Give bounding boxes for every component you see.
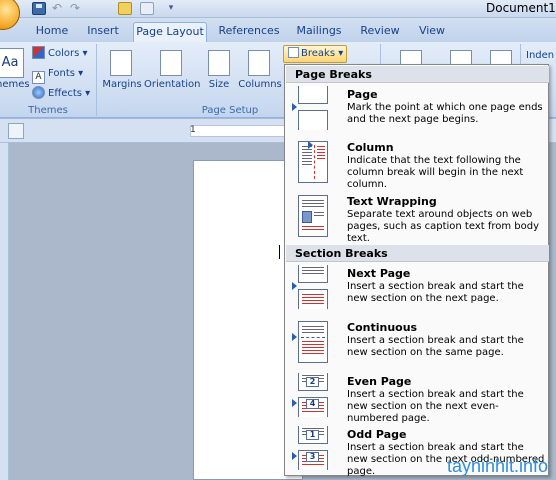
menu-item-description: Insert a section break and start the new… xyxy=(347,335,524,358)
menu-item-even-page[interactable]: 2 4 Even Page Insert a section break and… xyxy=(286,371,549,424)
fonts-button[interactable]: A Fonts ▾ xyxy=(32,66,83,84)
menu-item-column[interactable]: Column Indicate that the text following … xyxy=(286,137,549,190)
tab-home[interactable]: Home xyxy=(30,22,74,42)
vertical-ruler[interactable] xyxy=(0,143,9,480)
tab-review[interactable]: Review xyxy=(357,22,403,42)
page-number: 2 xyxy=(306,377,319,387)
menu-item-description: Insert a section break and start the new… xyxy=(347,281,524,304)
tab-insert[interactable]: Insert xyxy=(82,22,124,42)
tab-references[interactable]: References xyxy=(216,22,282,42)
ruler-mark: 1 xyxy=(190,125,196,135)
watermark-text: tayninhit.info xyxy=(447,456,549,476)
menu-item-description: Insert a section break and start the new… xyxy=(347,389,524,424)
margins-button[interactable]: Margins xyxy=(102,79,142,90)
menu-item-title: Column xyxy=(347,141,394,154)
text-wrapping-icon xyxy=(294,193,330,237)
breaks-menu: Page Breaks Page Mark the point at which… xyxy=(284,64,549,477)
columns-icon[interactable] xyxy=(248,50,270,76)
effects-label: Effects xyxy=(48,88,82,99)
menu-item-description: Indicate that the text following the col… xyxy=(347,155,524,190)
menu-item-title: Page xyxy=(347,88,378,101)
open-folder-icon[interactable] xyxy=(118,2,132,15)
menu-item-next-page[interactable]: Next Page Insert a section break and sta… xyxy=(286,263,549,315)
title-bar: ↶ ↷ ▾ Document1 - xyxy=(0,0,556,30)
menu-item-description: Separate text around objects on web page… xyxy=(347,209,540,244)
fonts-label: Fonts xyxy=(48,68,75,79)
print-icon[interactable] xyxy=(140,2,154,15)
themes-label: hemes xyxy=(0,79,30,90)
columns-button[interactable]: Columns xyxy=(238,79,282,90)
menu-item-title: Odd Page xyxy=(347,428,407,441)
section-breaks-header: Section Breaks xyxy=(286,245,549,262)
menu-item-title: Continuous xyxy=(347,321,418,334)
margins-icon[interactable] xyxy=(110,50,132,76)
menu-item-page[interactable]: Page Mark the point at which one page en… xyxy=(286,84,549,136)
fonts-icon: A xyxy=(32,71,45,84)
page-number: 3 xyxy=(306,452,319,462)
effects-icon xyxy=(32,86,45,99)
orientation-button[interactable]: Orientation xyxy=(144,79,200,90)
save-icon[interactable] xyxy=(32,2,46,15)
group-separator xyxy=(96,44,97,116)
colors-icon xyxy=(32,46,45,59)
menu-item-description: Mark the point at which one page ends an… xyxy=(347,102,543,125)
indent-label: Inden xyxy=(526,50,555,61)
orientation-icon[interactable] xyxy=(160,50,182,76)
page-break-icon xyxy=(292,86,330,130)
tab-selector[interactable] xyxy=(8,123,24,139)
breaks-icon xyxy=(288,47,299,58)
menu-item-title: Next Page xyxy=(347,267,411,280)
undo-icon[interactable]: ↶ xyxy=(50,2,64,15)
page-breaks-header: Page Breaks xyxy=(286,66,549,83)
menu-item-text-wrapping[interactable]: Text Wrapping Separate text around objec… xyxy=(286,191,549,244)
tab-view[interactable]: View xyxy=(414,22,450,42)
text-cursor xyxy=(279,245,280,259)
menu-item-title: Even Page xyxy=(347,375,412,388)
size-button[interactable]: Size xyxy=(204,79,234,90)
next-page-break-icon xyxy=(292,265,330,309)
breaks-label: Breaks xyxy=(301,48,336,59)
continuous-break-icon xyxy=(292,319,330,363)
column-break-icon xyxy=(294,139,330,183)
breaks-button[interactable]: Breaks ▾ xyxy=(283,45,347,63)
themes-group-label: Themes xyxy=(28,105,68,116)
even-page-break-icon: 2 4 xyxy=(292,373,330,417)
ruler-strip[interactable] xyxy=(190,125,286,137)
ribbon-tabs: Home Insert Page Layout References Maili… xyxy=(0,18,556,42)
window-title: Document1 - xyxy=(486,1,556,15)
size-icon[interactable] xyxy=(208,50,230,76)
customize-toolbar-icon[interactable]: ▾ xyxy=(164,2,178,15)
tab-page-layout[interactable]: Page Layout xyxy=(133,22,207,42)
menu-item-title: Text Wrapping xyxy=(347,195,437,208)
redo-icon[interactable]: ↷ xyxy=(68,2,82,15)
colors-button[interactable]: Colors ▾ xyxy=(32,46,88,62)
colors-label: Colors xyxy=(48,48,80,59)
menu-item-continuous[interactable]: Continuous Insert a section break and st… xyxy=(286,317,549,369)
effects-button[interactable]: Effects ▾ xyxy=(32,86,90,102)
odd-page-break-icon: 1 3 xyxy=(292,426,330,470)
page-number: 1 xyxy=(306,430,319,440)
page-number: 4 xyxy=(306,399,319,409)
themes-button[interactable]: Aa xyxy=(0,48,24,78)
tab-mailings[interactable]: Mailings xyxy=(293,22,345,42)
